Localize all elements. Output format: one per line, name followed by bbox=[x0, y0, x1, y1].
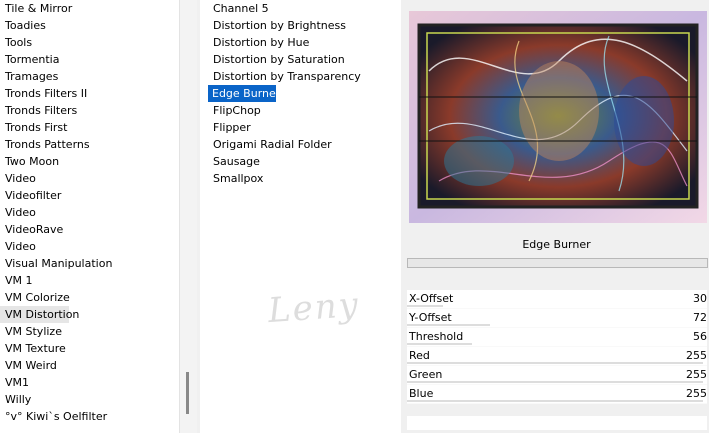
parameter-row[interactable]: Y-Offset 72 bbox=[407, 309, 707, 328]
parameter-value[interactable]: 30 bbox=[693, 290, 707, 308]
category-item[interactable]: VM Texture bbox=[0, 340, 176, 357]
category-list-panel: Tile & Mirror Toadies Tools Tormentia Tramag… bbox=[0, 0, 197, 433]
parameter-row[interactable]: X-Offset 30 bbox=[407, 290, 707, 309]
category-item[interactable]: VM 1 bbox=[0, 272, 176, 289]
parameter-slider-track[interactable] bbox=[407, 400, 703, 402]
parameter-name: Y-Offset bbox=[409, 311, 452, 324]
category-item[interactable]: Tronds Filters bbox=[0, 102, 176, 119]
filter-item[interactable]: Flipper bbox=[208, 119, 398, 136]
preview-image bbox=[409, 11, 707, 223]
category-item[interactable]: Toadies bbox=[0, 17, 176, 34]
category-item[interactable]: VM Distortion bbox=[0, 306, 79, 323]
category-item[interactable]: Visual Manipulation bbox=[0, 255, 176, 272]
filter-list-panel: Channel 5 Distortion by Brightness Distort… bbox=[200, 0, 401, 433]
category-item[interactable]: VM Weird bbox=[0, 357, 176, 374]
parameter-name: Threshold bbox=[409, 330, 464, 343]
parameter-name: Green bbox=[409, 368, 443, 381]
category-item[interactable]: VM Colorize bbox=[0, 289, 176, 306]
category-item[interactable]: Tronds Patterns bbox=[0, 136, 176, 153]
parameter-list: X-Offset 30 Y-Offset 72 Threshold 56 Red 255 Gre… bbox=[407, 290, 707, 404]
filter-settings-panel: Edge Burner X-Offset 30 Y-Offset 72 Threshol… bbox=[404, 0, 709, 433]
filter-item[interactable]: Sausage bbox=[208, 153, 398, 170]
parameter-row[interactable]: Threshold 56 bbox=[407, 328, 707, 347]
parameter-value[interactable]: 255 bbox=[686, 385, 707, 403]
filter-item[interactable]: Distortion by Brightness bbox=[208, 17, 398, 34]
category-item[interactable]: Videofilter bbox=[0, 187, 176, 204]
category-item[interactable]: VM1 bbox=[0, 374, 176, 391]
filter-item[interactable]: Channel 5 bbox=[208, 0, 398, 17]
parameter-name: X-Offset bbox=[409, 292, 454, 305]
parameter-value[interactable]: 56 bbox=[693, 328, 707, 346]
category-item[interactable]: Tronds Filters II bbox=[0, 85, 176, 102]
parameter-value[interactable]: 255 bbox=[686, 366, 707, 384]
parameter-name: Blue bbox=[409, 387, 434, 400]
filter-title: Edge Burner bbox=[522, 238, 591, 251]
parameter-list-footer bbox=[407, 416, 707, 430]
filter-item[interactable]: Origami Radial Folder bbox=[208, 136, 398, 153]
parameter-row[interactable]: Red 255 bbox=[407, 347, 707, 366]
watermark: Leny bbox=[266, 284, 362, 332]
category-list-scrollbar[interactable] bbox=[179, 0, 197, 433]
category-list-scroll-thumb[interactable] bbox=[186, 372, 189, 414]
category-item[interactable]: Two Moon bbox=[0, 153, 176, 170]
category-item[interactable]: Video bbox=[0, 238, 176, 255]
category-item[interactable]: Tramages bbox=[0, 68, 176, 85]
filter-item[interactable]: Edge Burner bbox=[208, 85, 280, 102]
parameter-value[interactable]: 72 bbox=[693, 309, 707, 327]
parameter-slider-track[interactable] bbox=[407, 381, 703, 383]
parameter-value[interactable]: 255 bbox=[686, 347, 707, 365]
filter-item[interactable]: Distortion by Hue bbox=[208, 34, 398, 51]
category-item[interactable]: Tormentia bbox=[0, 51, 176, 68]
parameter-name: Red bbox=[409, 349, 430, 362]
filter-item[interactable]: FlipChop bbox=[208, 102, 398, 119]
category-item[interactable]: Video bbox=[0, 204, 176, 221]
category-item[interactable]: VideoRave bbox=[0, 221, 176, 238]
parameter-row[interactable]: Blue 255 bbox=[407, 385, 707, 404]
parameter-slider-track[interactable] bbox=[407, 362, 703, 364]
category-item[interactable]: Willy bbox=[0, 391, 176, 408]
category-item[interactable]: Tronds First bbox=[0, 119, 176, 136]
filter-item[interactable]: Distortion by Transparency bbox=[208, 68, 398, 85]
filter-item[interactable]: Distortion by Saturation bbox=[208, 51, 398, 68]
category-item[interactable]: Tools bbox=[0, 34, 176, 51]
filter-item[interactable]: Smallpox bbox=[208, 170, 398, 187]
category-item[interactable]: Video bbox=[0, 170, 176, 187]
category-item[interactable]: Tile & Mirror bbox=[0, 0, 176, 17]
preview-artwork bbox=[409, 11, 707, 223]
category-item[interactable]: °v° Kiwi`s Oelfilter bbox=[0, 408, 176, 425]
filter-list[interactable]: Channel 5 Distortion by Brightness Distort… bbox=[208, 0, 398, 187]
progress-bar bbox=[407, 258, 708, 268]
parameter-row[interactable]: Green 255 bbox=[407, 366, 707, 385]
category-list[interactable]: Tile & Mirror Toadies Tools Tormentia Tramag… bbox=[0, 0, 176, 425]
category-item[interactable]: VM Stylize bbox=[0, 323, 176, 340]
